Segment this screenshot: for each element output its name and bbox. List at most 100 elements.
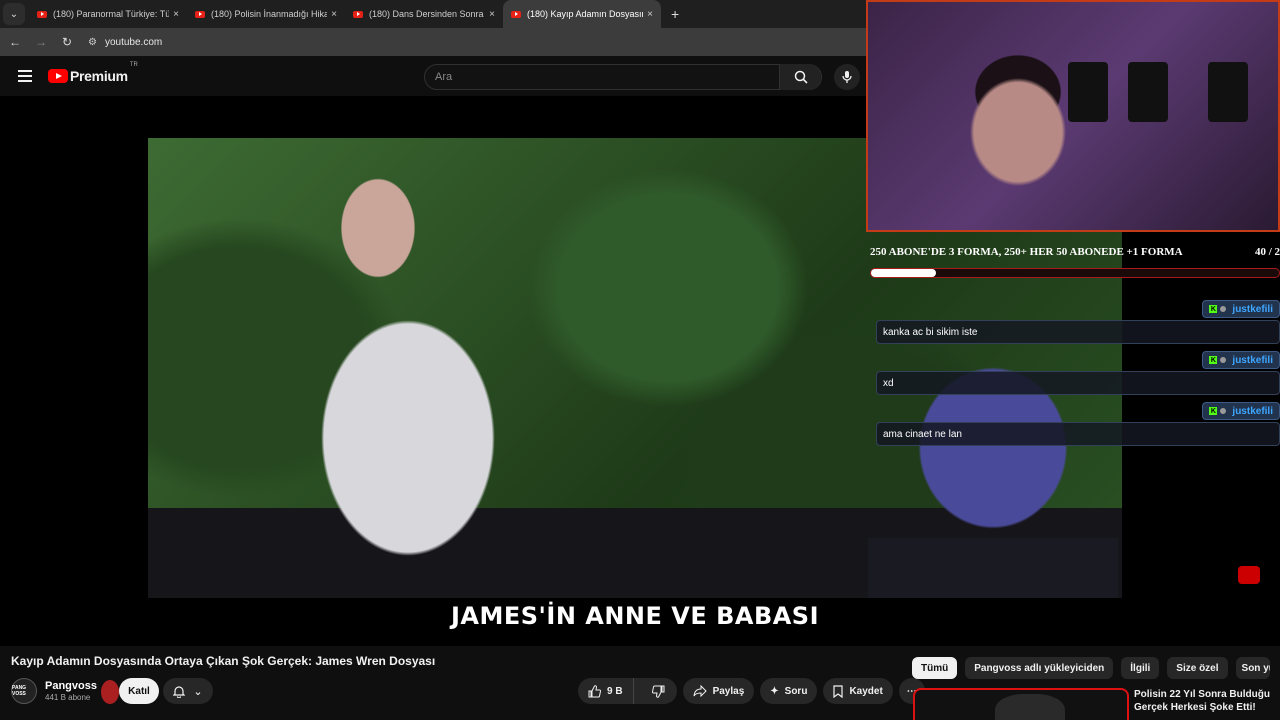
like-count: 9 B xyxy=(607,685,623,697)
chip-uploader[interactable]: Pangvoss adlı yükleyiciden xyxy=(965,657,1114,679)
tab-close-icon[interactable]: × xyxy=(489,9,495,20)
tab-label: (180) Dans Dersinden Sonra Ortadan xyxy=(369,9,485,19)
youtube-header: Premium TR xyxy=(0,56,870,96)
chevron-down-icon: ⌄ xyxy=(193,685,203,698)
subscriber-count: 441 B abone xyxy=(45,693,91,702)
chat-overlay: Kjustkefili kanka ac bi sikim iste Kjust… xyxy=(876,298,1280,451)
youtube-overlay-icon xyxy=(1238,566,1260,584)
youtube-favicon-icon xyxy=(195,10,205,18)
channel-avatar[interactable]: PANG VOSS xyxy=(11,678,37,704)
browser-tab-4[interactable]: (180) Kayıp Adamın Dosyasında × xyxy=(503,0,661,28)
like-button[interactable]: 9 B xyxy=(578,678,634,704)
chat-message: Kjustkefili ama cinaet ne lan xyxy=(876,400,1280,451)
chat-username: justkefili xyxy=(1232,354,1273,366)
search-box xyxy=(424,64,822,90)
chip-recent[interactable]: Son yü xyxy=(1235,657,1270,679)
url-field[interactable]: ⚙ youtube.com xyxy=(88,37,162,48)
like-dislike-group: 9 B xyxy=(578,678,677,704)
browser-tab-2[interactable]: (180) Polisin İnanmadığı Hikaye × xyxy=(187,0,345,28)
sparkle-icon: ✦ xyxy=(770,685,779,697)
kick-icon: K xyxy=(1209,305,1218,313)
kick-icon: K xyxy=(1209,407,1218,415)
reload-icon[interactable]: ↻ xyxy=(56,35,78,49)
subscription-bell-button[interactable]: ⌄ xyxy=(163,678,213,704)
address-bar: ← → ↻ ⚙ youtube.com xyxy=(0,28,870,56)
share-label: Paylaş xyxy=(712,685,745,697)
join-button[interactable]: Katıl xyxy=(119,678,159,704)
dislike-button[interactable] xyxy=(640,678,677,704)
browser-tab-3[interactable]: (180) Dans Dersinden Sonra Ortadan × xyxy=(345,0,503,28)
share-button[interactable]: Paylaş xyxy=(682,678,755,704)
chat-text: kanka ac bi sikim iste xyxy=(876,320,1280,344)
tab-close-icon[interactable]: × xyxy=(647,9,653,20)
video-subtitle: JAMES'İN ANNE VE BABASI xyxy=(450,602,820,630)
save-button[interactable]: Kaydet xyxy=(823,678,893,704)
logo-text: Premium xyxy=(70,68,128,84)
tab-label: (180) Polisin İnanmadığı Hikaye xyxy=(211,9,328,19)
save-label: Kaydet xyxy=(849,685,883,697)
streamer-webcam xyxy=(866,0,1280,232)
bookmark-icon xyxy=(833,684,844,698)
recommendation-thumbnail[interactable] xyxy=(913,688,1129,720)
video-actions: 9 B Paylaş ✦ Soru Kaydet ⋯ xyxy=(578,678,925,704)
share-icon xyxy=(693,685,707,697)
tab-search-dropdown[interactable]: ⌄ xyxy=(3,3,25,25)
badge-icon xyxy=(1220,408,1227,414)
chat-username: justkefili xyxy=(1232,405,1273,417)
badge-icon xyxy=(1220,306,1227,312)
search-button[interactable] xyxy=(779,64,821,90)
chip-related[interactable]: İlgili xyxy=(1121,657,1160,679)
thumbnail-figure xyxy=(995,694,1065,720)
recommendation-chips: Tümü Pangvoss adlı yükleyiciden İlgili S… xyxy=(912,657,1280,679)
url-text: youtube.com xyxy=(104,36,163,48)
forward-arrow-icon[interactable]: → xyxy=(30,35,52,49)
back-arrow-icon[interactable]: ← xyxy=(4,35,26,49)
search-input[interactable] xyxy=(425,71,779,83)
region-code: TR xyxy=(129,62,138,68)
youtube-favicon-icon xyxy=(37,10,47,18)
thumbs-up-icon xyxy=(588,684,601,697)
channel-name[interactable]: Pangvoss xyxy=(45,680,97,692)
goal-count: 40 / 2 xyxy=(1254,246,1280,258)
chat-username-badge: Kjustkefili xyxy=(1202,402,1280,420)
youtube-play-icon xyxy=(48,69,68,83)
chip-all[interactable]: Tümü xyxy=(912,657,958,679)
jersey-image xyxy=(1068,62,1108,122)
chat-message: Kjustkefili xd xyxy=(876,349,1280,400)
youtube-logo[interactable]: Premium TR xyxy=(48,62,138,84)
hamburger-menu-icon[interactable] xyxy=(18,67,32,85)
chat-text: xd xyxy=(876,371,1280,395)
youtube-favicon-icon xyxy=(353,10,363,18)
recommendation-title[interactable]: Polisin 22 Yıl Sonra Bulduğu Gerçek Herk… xyxy=(1134,688,1274,714)
chat-message: Kjustkefili kanka ac bi sikim iste xyxy=(876,298,1280,349)
tab-label: (180) Kayıp Adamın Dosyasında xyxy=(527,9,643,19)
chat-text: ama cinaet ne lan xyxy=(876,422,1280,446)
tab-label: (180) Paranormal Türkiye: Türkiye'nin xyxy=(53,9,170,19)
microphone-icon xyxy=(842,71,852,83)
chat-username-badge: Kjustkefili xyxy=(1202,300,1280,318)
tab-close-icon[interactable]: × xyxy=(173,9,179,20)
badge-icon xyxy=(1220,357,1227,363)
site-settings-icon[interactable]: ⚙ xyxy=(88,37,97,48)
goal-progress-fill xyxy=(871,269,937,277)
goal-progress-bar xyxy=(870,268,1280,278)
ask-label: Soru xyxy=(784,685,808,697)
youtube-favicon-icon xyxy=(511,10,521,18)
subscriber-goal: 250 ABONE'DE 3 FORMA, 250+ HER 50 ABONED… xyxy=(870,246,1280,278)
search-icon xyxy=(794,70,808,84)
tab-close-icon[interactable]: × xyxy=(331,9,337,20)
browser-tab-1[interactable]: (180) Paranormal Türkiye: Türkiye'nin × xyxy=(29,0,187,28)
goal-text: 250 ABONE'DE 3 FORMA, 250+ HER 50 ABONED… xyxy=(870,246,1183,258)
chip-for-you[interactable]: Size özel xyxy=(1167,657,1228,679)
kick-icon: K xyxy=(1209,356,1218,364)
voice-search-button[interactable] xyxy=(834,64,860,90)
overlay-slash-logo xyxy=(101,680,119,704)
thumbs-down-icon xyxy=(651,685,665,698)
new-tab-button[interactable]: + xyxy=(671,6,679,22)
bell-icon xyxy=(173,685,186,698)
chat-username-badge: Kjustkefili xyxy=(1202,351,1280,369)
jersey-image xyxy=(1208,62,1248,122)
ask-button[interactable]: ✦ Soru xyxy=(760,678,818,704)
channel-owner: PANG VOSS Pangvoss 441 B abone xyxy=(11,678,119,704)
video-title: Kayıp Adamın Dosyasında Ortaya Çıkan Şok… xyxy=(11,654,436,668)
